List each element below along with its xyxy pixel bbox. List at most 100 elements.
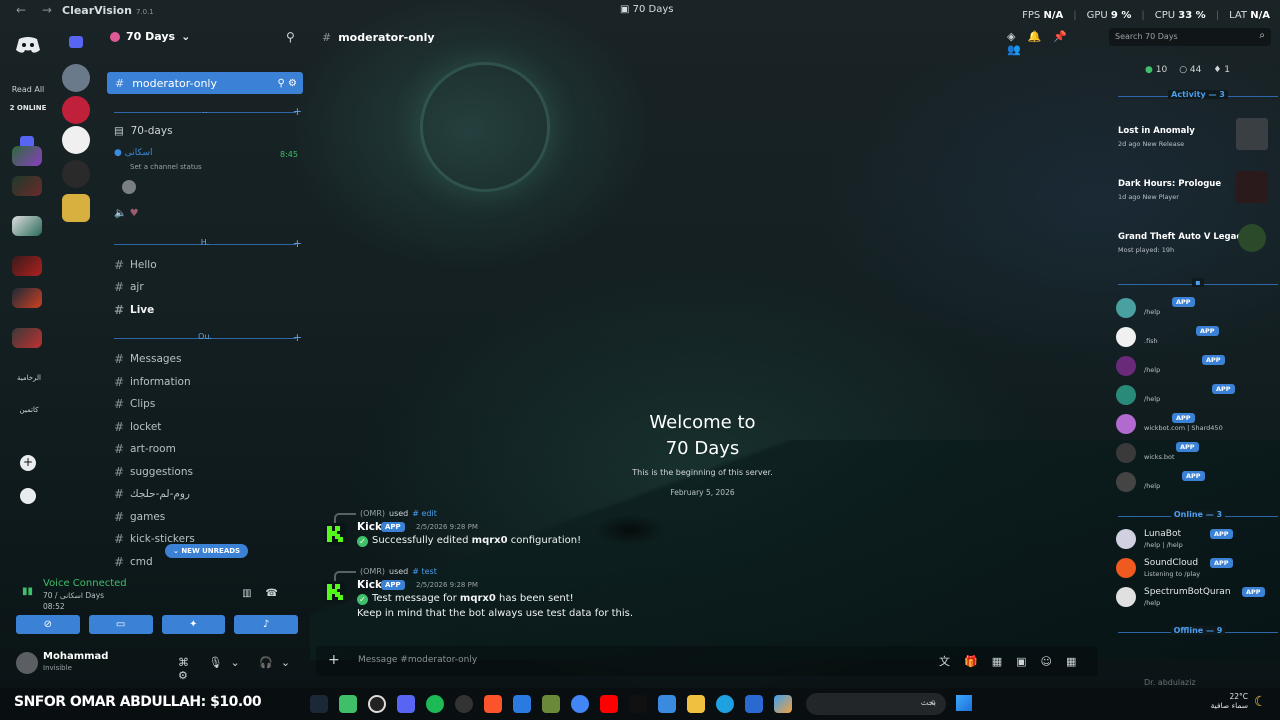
activity-item[interactable]: Dark Hours: Prologue 1d ago New Player <box>1118 169 1268 213</box>
member-item[interactable]: SpectrumBotQuran/help APP <box>1114 585 1274 611</box>
channel-locket[interactable]: # locket <box>114 420 161 434</box>
user-name[interactable]: Mohammad <box>43 651 108 662</box>
member-item[interactable]: wicks.bot APP <box>1114 441 1274 467</box>
signal-icon[interactable]: ▮▮ <box>22 586 33 597</box>
spotify-icon[interactable] <box>426 695 444 713</box>
member-item[interactable]: /help APP <box>1114 470 1274 496</box>
screen-share-button[interactable]: ▭ <box>88 615 153 634</box>
avatar[interactable] <box>16 652 38 674</box>
server-folder-icon[interactable] <box>12 256 42 276</box>
channel-messages[interactable]: # Messages <box>114 352 182 366</box>
message-author[interactable]: Kick <box>357 521 382 533</box>
channel-clips[interactable]: # Clips <box>114 397 155 411</box>
channel-settings-icon[interactable]: ⚲ ⚙ <box>278 78 297 89</box>
folder-icon[interactable] <box>687 695 705 713</box>
server-folder-icon[interactable] <box>12 146 42 166</box>
voice-channel-status[interactable]: Set a channel status <box>130 163 202 171</box>
weather-widget[interactable]: 22°C سماء صافية <box>1200 692 1248 710</box>
camera-toggle-button[interactable]: ⊘ <box>16 615 80 634</box>
youtube-icon[interactable] <box>600 695 618 713</box>
brave-icon[interactable] <box>484 695 502 713</box>
read-all-button[interactable]: Read All <box>0 85 56 94</box>
taskbar-search[interactable]: بحث ⌕ <box>806 693 946 715</box>
voice-channel-name[interactable]: 70 / اسكانى Days <box>43 591 104 600</box>
member-item[interactable]: SoundCloud Listening to /play APP <box>1114 556 1274 582</box>
server-icon[interactable] <box>62 64 90 92</box>
composer-icons[interactable]: 文🎁▦▣☺▦ <box>939 653 1090 669</box>
message-input[interactable]: Message #moderator-only <box>358 655 477 665</box>
discord-home-icon[interactable] <box>15 36 41 54</box>
back-forward-icons[interactable]: ← → <box>16 3 58 17</box>
voice-participant-avatar[interactable] <box>122 180 136 194</box>
server-folder-icon[interactable] <box>12 288 42 308</box>
app-icon[interactable] <box>368 695 386 713</box>
server-icon[interactable] <box>62 194 90 222</box>
app-icon[interactable] <box>513 695 531 713</box>
header-icons[interactable]: ◈🔔📌👥 <box>1007 30 1102 56</box>
server-folder-icon[interactable] <box>12 216 42 236</box>
server-label[interactable]: الرخامية <box>6 374 52 382</box>
server-icon[interactable] <box>62 96 90 124</box>
discord-icon[interactable] <box>397 695 415 713</box>
command-reply[interactable]: (OMR) used # edit <box>360 509 437 518</box>
message-composer[interactable]: + Message #moderator-only 文🎁▦▣☺▦ <box>316 646 1098 676</box>
channel-cmd[interactable]: # cmd <box>114 555 153 569</box>
member-item[interactable]: wickbot.com | Shard450 APP <box>1114 412 1274 438</box>
channel-suggestions[interactable]: # suggestions <box>114 465 193 479</box>
server-icon[interactable] <box>62 126 90 154</box>
channel-moderator-only[interactable]: # moderator-only ⚲ ⚙ <box>107 72 303 94</box>
channel-hello[interactable]: # Hello <box>114 258 157 272</box>
channel-70-days[interactable]: ▤ 70-days <box>114 125 173 137</box>
guild-name[interactable]: 70 Days ⌄ <box>110 30 190 43</box>
kick-bot-avatar[interactable] <box>324 581 346 603</box>
add-server-icon[interactable]: + <box>20 455 36 471</box>
user-controls[interactable]: ⌘ 🎙⌄ 🎧⌄ ⚙ <box>178 656 300 682</box>
activity-item[interactable]: Lost in Anomaly 2d ago New Release <box>1118 116 1268 160</box>
app-icon[interactable] <box>339 695 357 713</box>
channel-arabic[interactable]: # روم-لم-حلجك <box>114 487 190 501</box>
edge-icon[interactable] <box>716 695 734 713</box>
windows-start-icon[interactable] <box>956 695 972 711</box>
copilot-icon[interactable] <box>774 695 792 713</box>
new-unreads-button[interactable]: ⌄ NEW UNREADS <box>165 544 249 558</box>
explore-icon[interactable] <box>20 488 36 504</box>
activity-item[interactable]: Grand Theft Auto V Legacy Most played: 1… <box>1118 222 1268 266</box>
minecraft-icon[interactable] <box>542 695 560 713</box>
channel-ajr[interactable]: # ajr <box>114 280 144 294</box>
member-item[interactable]: LunaBot/help | /help APP <box>1114 527 1274 553</box>
add-channel-icon[interactable]: + <box>289 237 306 250</box>
member-item[interactable]: /help APP <box>1114 296 1274 322</box>
member-item[interactable]: /help APP <box>1114 383 1274 409</box>
category-1[interactable]: .. + <box>114 105 302 118</box>
channel-live[interactable]: # Live <box>114 303 154 317</box>
kick-bot-avatar[interactable] <box>324 523 346 545</box>
voice-controls[interactable]: ▥☎ <box>242 588 292 599</box>
channel-art-room[interactable]: # art-room <box>114 442 176 456</box>
command-reply[interactable]: (OMR) used # test <box>360 567 437 576</box>
server-folder-icon[interactable] <box>12 176 42 196</box>
steam-icon[interactable] <box>310 695 328 713</box>
invite-icon[interactable]: ⚲ <box>286 30 295 44</box>
activities-button[interactable]: ✦ <box>161 615 226 634</box>
message-author[interactable]: Kick <box>357 579 382 591</box>
server-icon[interactable] <box>62 160 90 188</box>
voice-connected-title[interactable]: Voice Connected <box>43 578 127 589</box>
tiktok-icon[interactable] <box>629 695 647 713</box>
channel-information[interactable]: # information <box>114 375 191 389</box>
category-h[interactable]: H. + <box>114 237 302 250</box>
channel-games[interactable]: # games <box>114 510 165 524</box>
settings-icon[interactable] <box>455 695 473 713</box>
server-folder-icon[interactable] <box>12 328 42 348</box>
member-item[interactable]: /help APP <box>1114 354 1274 380</box>
voice-channel-user[interactable]: ● اسكانى <box>114 148 152 158</box>
attach-plus-icon[interactable]: + <box>328 652 340 668</box>
chrome-icon[interactable] <box>571 695 589 713</box>
add-channel-icon[interactable]: + <box>289 105 306 118</box>
add-channel-icon[interactable]: + <box>289 331 306 344</box>
offline-member[interactable]: Dr. abdulaziz <box>1144 678 1196 687</box>
folder-icon[interactable] <box>69 36 83 48</box>
member-item[interactable]: .fish APP <box>1114 325 1274 351</box>
category-ou[interactable]: Ou. + <box>114 331 302 344</box>
soundboard-button[interactable]: ♪ <box>234 615 298 634</box>
store-icon[interactable] <box>658 695 676 713</box>
